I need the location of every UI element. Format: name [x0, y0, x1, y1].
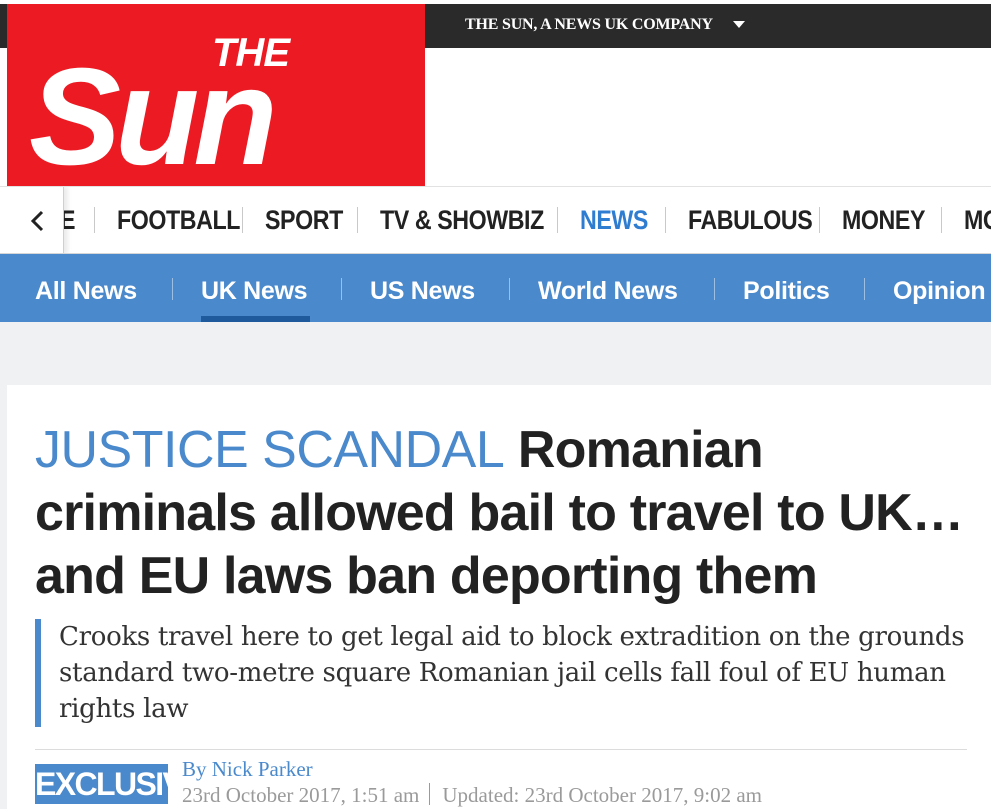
nav-separator [941, 207, 942, 233]
active-tab-indicator [201, 316, 310, 322]
subnav-us-news[interactable]: US News [370, 277, 475, 306]
subnav-world-news[interactable]: World News [538, 277, 678, 306]
published-date: 23rd October 2017, 1:51 am [182, 783, 420, 807]
logo-sun-text: Sun [29, 40, 272, 186]
nav-separator [242, 207, 243, 233]
primary-nav: E FOOTBALL SPORT TV & SHOWBIZ NEWS FABUL… [0, 186, 991, 254]
the-sun-logo[interactable]: THE Sun [7, 4, 425, 186]
subnav-separator [714, 278, 715, 300]
subnav-separator [509, 278, 510, 300]
company-bar[interactable]: THE SUN, A NEWS UK COMPANY [425, 4, 991, 48]
nav-separator [357, 207, 358, 233]
author-link[interactable]: Nick Parker [212, 757, 313, 781]
secondary-nav: All News UK News US News World News Poli… [0, 254, 991, 322]
subnav-separator [172, 278, 173, 300]
nav-item-news[interactable]: NEWS [580, 205, 648, 236]
nav-scroll-back-button[interactable] [7, 187, 64, 253]
nav-item-tv-showbiz[interactable]: TV & SHOWBIZ [380, 205, 544, 236]
nav-item-money[interactable]: MONEY [842, 205, 925, 236]
date-separator [429, 783, 431, 805]
headline-kicker: JUSTICE SCANDAL [35, 421, 505, 479]
site-header: THE Sun THE SUN, A NEWS UK COMPANY [0, 0, 991, 186]
header-top-strip [0, 4, 7, 48]
subnav-separator [864, 278, 865, 300]
nav-item-football[interactable]: FOOTBALL [117, 205, 240, 236]
nav-separator [819, 207, 820, 233]
subnav-opinion[interactable]: Opinion [893, 277, 986, 306]
byline-divider [35, 749, 967, 750]
company-label[interactable]: THE SUN, A NEWS UK COMPANY [465, 16, 713, 34]
nav-separator [557, 207, 558, 233]
nav-item-sport[interactable]: SPORT [265, 205, 343, 236]
subnav-separator [341, 278, 342, 300]
chevron-left-icon[interactable] [29, 210, 45, 232]
article-dates: 23rd October 2017, 1:51 am Updated: 23rd … [182, 783, 762, 808]
updated-date: Updated: 23rd October 2017, 9:02 am [442, 783, 762, 807]
subnav-all-news[interactable]: All News [35, 277, 137, 306]
nav-item-partial-right[interactable]: MO [964, 205, 991, 236]
byline: By Nick Parker [182, 757, 313, 782]
article-standfirst: Crooks travel here to get legal aid to b… [35, 619, 975, 727]
nav-separator [665, 207, 666, 233]
nav-item-fabulous[interactable]: FABULOUS [688, 205, 813, 236]
exclusive-badge: EXCLUSIVE [35, 764, 204, 804]
article-headline: JUSTICE SCANDAL Romanian criminals allow… [35, 419, 975, 608]
subnav-politics[interactable]: Politics [743, 277, 830, 306]
nav-separator [94, 207, 95, 233]
subnav-uk-news[interactable]: UK News [201, 277, 308, 306]
caret-down-icon[interactable] [733, 21, 745, 28]
article: JUSTICE SCANDAL Romanian criminals allow… [7, 385, 991, 809]
byline-prefix: By [182, 757, 207, 781]
